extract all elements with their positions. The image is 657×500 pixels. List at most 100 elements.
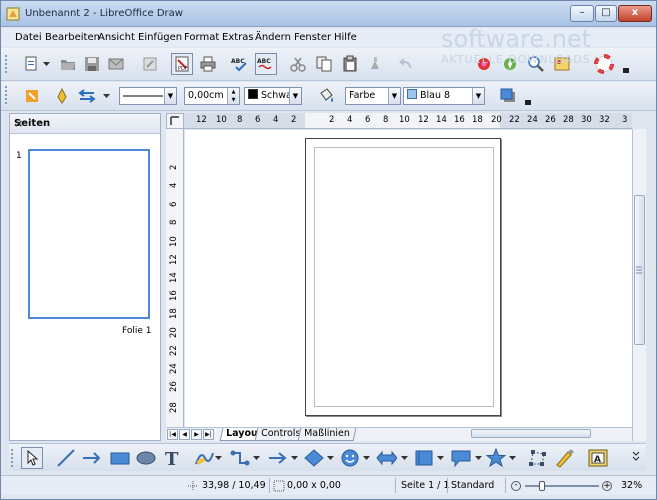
line-style-dropdown-icon[interactable]: ▼	[164, 88, 176, 104]
toolbar-overflow-icon[interactable]	[523, 85, 533, 107]
ruler-mark: 2	[329, 115, 335, 125]
line-style-select[interactable]: ▼	[119, 87, 177, 105]
lines-arrows-tool-icon[interactable]	[267, 447, 289, 469]
basic-shapes-dropdown-icon[interactable]	[325, 447, 335, 469]
symbol-shapes-tool-icon[interactable]	[339, 447, 361, 469]
basic-shapes-tool-icon[interactable]	[303, 447, 325, 469]
connector-tool-icon[interactable]	[229, 447, 251, 469]
drawing-canvas[interactable]	[185, 130, 632, 427]
menu-ansicht[interactable]: Ansicht	[98, 32, 135, 43]
autospellcheck-icon[interactable]: ABC	[255, 53, 277, 75]
curve-dropdown-icon[interactable]	[213, 447, 223, 469]
tab-next-icon[interactable]: ▶	[191, 429, 202, 440]
toolbar-overflow-icon[interactable]	[621, 53, 631, 75]
line-icon[interactable]	[51, 85, 73, 107]
export-pdf-icon[interactable]: PDF	[171, 53, 193, 75]
clone-formatting-icon[interactable]	[365, 53, 387, 75]
menu-format[interactable]: Format	[184, 32, 219, 43]
stars-tool-icon[interactable]	[485, 447, 507, 469]
menu-datei[interactable]: Datei	[15, 32, 42, 43]
arrow-style-icon[interactable]	[77, 85, 99, 107]
toolbar-overflow-icon[interactable]	[631, 447, 641, 469]
open-icon[interactable]	[57, 53, 79, 75]
block-arrows-tool-icon[interactable]	[375, 447, 397, 469]
tab-prev-icon[interactable]: ◀	[179, 429, 190, 440]
area-color-select[interactable]: Blau 8 ▼	[403, 87, 485, 105]
ruler-mark: 28	[169, 402, 179, 413]
curve-tool-icon[interactable]	[193, 447, 215, 469]
toolbar-grip[interactable]	[5, 86, 9, 104]
horizontal-scrollbar[interactable]	[441, 428, 631, 440]
symbol-shapes-dropdown-icon[interactable]	[361, 447, 371, 469]
cut-icon[interactable]	[287, 53, 309, 75]
zoom-slider-handle[interactable]	[539, 481, 545, 491]
line-arrow-tool-icon[interactable]	[81, 447, 103, 469]
line-width-field[interactable]: 0,00cm ▲ ▼	[184, 87, 240, 105]
text-tool-icon[interactable]: T	[161, 447, 183, 469]
zoom-out-button[interactable]: -	[511, 481, 521, 491]
zoom-slider[interactable]	[525, 485, 599, 487]
toolbar-grip[interactable]	[11, 449, 15, 467]
new-doc-icon[interactable]	[21, 53, 43, 75]
vertical-ruler[interactable]: 2 4 6 8 10 12 14 16 18 20 22 24 26 28	[166, 129, 184, 427]
zoom-in-button[interactable]: +	[602, 481, 612, 491]
styles-icon[interactable]	[21, 85, 43, 107]
horizontal-scroll-thumb[interactable]	[471, 429, 591, 438]
horizontal-ruler[interactable]: 12 10 8 6 4 2 2 4 6 8 10 12 14 16 18 20 …	[184, 113, 632, 129]
menu-fenster[interactable]: Fenster	[294, 32, 331, 43]
flowchart-tool-icon[interactable]	[413, 447, 435, 469]
line-width-stepper-icon[interactable]: ▲ ▼	[227, 88, 239, 104]
lines-arrows-dropdown-icon[interactable]	[289, 447, 299, 469]
tab-first-icon[interactable]: |◀	[167, 429, 178, 440]
toolbar-grip[interactable]	[5, 55, 9, 73]
stars-dropdown-icon[interactable]	[507, 447, 517, 469]
line-color-select[interactable]: Schwarz ▼	[244, 87, 302, 105]
line-tool-icon[interactable]	[55, 447, 77, 469]
menu-aendern[interactable]: Ändern	[255, 32, 291, 43]
callouts-dropdown-icon[interactable]	[473, 447, 483, 469]
drawing-page[interactable]	[305, 138, 501, 416]
connector-dropdown-icon[interactable]	[251, 447, 261, 469]
new-dropdown-icon[interactable]	[41, 53, 51, 75]
undo-icon[interactable]	[395, 53, 417, 75]
shadow-icon[interactable]	[497, 85, 519, 107]
area-style-select[interactable]: Farbe ▼	[345, 87, 401, 105]
print-icon[interactable]	[197, 53, 219, 75]
tab-last-icon[interactable]: ▶|	[203, 429, 214, 440]
callouts-tool-icon[interactable]	[449, 447, 471, 469]
menu-extras[interactable]: Extras	[222, 32, 254, 43]
points-tool-icon[interactable]	[527, 447, 549, 469]
ellipse-tool-icon[interactable]	[135, 447, 157, 469]
select-icon[interactable]	[21, 447, 43, 469]
vertical-scrollbar[interactable]	[632, 129, 646, 441]
menu-einfuegen[interactable]: Einfügen	[138, 32, 182, 43]
rectangle-tool-icon[interactable]	[109, 447, 131, 469]
slide-thumbnail[interactable]	[28, 149, 150, 319]
area-icon[interactable]	[315, 85, 337, 107]
text-frame-tool-icon[interactable]: A	[587, 447, 609, 469]
fontwork-tool-icon[interactable]	[553, 447, 575, 469]
ruler-corner[interactable]	[166, 113, 184, 129]
area-color-dropdown-icon[interactable]: ▼	[472, 88, 484, 104]
paste-icon[interactable]	[339, 53, 361, 75]
area-style-dropdown-icon[interactable]: ▼	[388, 88, 400, 104]
spellcheck-icon[interactable]: ABC	[229, 53, 251, 75]
flowchart-dropdown-icon[interactable]	[435, 447, 445, 469]
save-icon[interactable]	[81, 53, 103, 75]
edit-file-icon[interactable]	[139, 53, 161, 75]
email-icon[interactable]	[105, 53, 127, 75]
arrow-style-dropdown-icon[interactable]	[101, 85, 111, 107]
slides-panel-close-icon[interactable]: ×	[14, 117, 155, 130]
menu-hilfe[interactable]: Hilfe	[334, 32, 357, 43]
help-icon[interactable]	[593, 53, 615, 75]
minimize-button[interactable]: –	[570, 5, 594, 22]
maximize-button[interactable]: □	[595, 5, 617, 22]
tab-masslinien[interactable]: Maßlinien	[297, 428, 357, 441]
menu-bearbeiten[interactable]: Bearbeiten	[45, 32, 100, 43]
line-color-dropdown-icon[interactable]: ▼	[289, 88, 301, 104]
panel-splitter[interactable]	[161, 113, 165, 441]
copy-icon[interactable]	[313, 53, 335, 75]
close-button[interactable]: x	[618, 5, 652, 22]
zoom-level[interactable]: 32%	[621, 480, 642, 491]
block-arrows-dropdown-icon[interactable]	[399, 447, 409, 469]
